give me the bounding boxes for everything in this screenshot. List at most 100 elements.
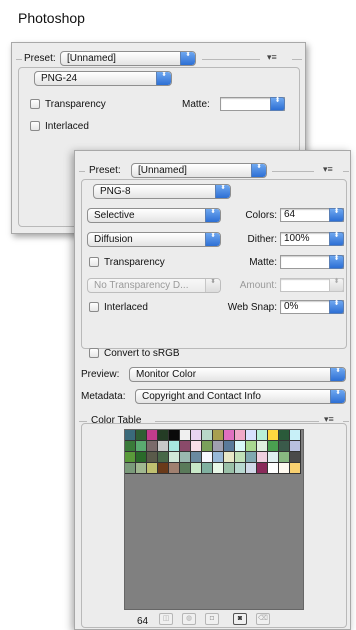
color-swatch[interactable] xyxy=(125,441,136,452)
color-swatch[interactable] xyxy=(224,430,235,441)
color-swatch[interactable] xyxy=(158,430,169,441)
convert-srgb-checkbox[interactable] xyxy=(89,348,99,358)
color-swatch[interactable] xyxy=(246,441,257,452)
color-swatch[interactable] xyxy=(235,430,246,441)
color-swatch[interactable] xyxy=(235,441,246,452)
color-swatch[interactable] xyxy=(246,463,257,474)
color-swatch[interactable] xyxy=(136,463,147,474)
color-swatch[interactable] xyxy=(169,463,180,474)
panel-menu-icon[interactable]: ▾≡ xyxy=(323,164,333,175)
color-swatch[interactable] xyxy=(191,441,202,452)
colors-field[interactable]: 64 ⬍ xyxy=(280,208,344,222)
preview-select[interactable]: Monitor Color ⬍ xyxy=(129,367,346,382)
color-swatch[interactable] xyxy=(213,430,224,441)
transparency-label: Transparency xyxy=(104,257,165,268)
color-swatch[interactable] xyxy=(290,463,301,474)
color-swatch[interactable] xyxy=(180,452,191,463)
color-swatch[interactable] xyxy=(279,430,290,441)
color-swatch[interactable] xyxy=(224,452,235,463)
color-swatch[interactable] xyxy=(202,441,213,452)
color-swatch[interactable] xyxy=(213,463,224,474)
metadata-select[interactable]: Copyright and Contact Info ⬍ xyxy=(135,389,346,404)
map-color-icon[interactable]: ◫ xyxy=(159,613,173,625)
color-swatch[interactable] xyxy=(125,452,136,463)
color-swatch[interactable] xyxy=(180,441,191,452)
color-swatch[interactable] xyxy=(169,452,180,463)
preset-label: Preset: xyxy=(89,165,121,176)
delete-color-icon[interactable]: ⌫ xyxy=(256,613,270,625)
dither-field[interactable]: 100% ⬍ xyxy=(280,232,344,246)
color-swatch[interactable] xyxy=(191,452,202,463)
interlaced-checkbox[interactable] xyxy=(30,121,40,131)
transparency-dither-select[interactable]: No Transparency D... ⬍ xyxy=(87,278,221,293)
color-swatch[interactable] xyxy=(158,441,169,452)
color-swatch[interactable] xyxy=(158,463,169,474)
color-reduction-select[interactable]: Selective ⬍ xyxy=(87,208,221,223)
color-swatch[interactable] xyxy=(268,441,279,452)
color-swatch[interactable] xyxy=(290,441,301,452)
color-swatch[interactable] xyxy=(136,441,147,452)
color-swatch[interactable] xyxy=(136,452,147,463)
dither-algorithm-select[interactable]: Diffusion ⬍ xyxy=(87,232,221,247)
format-select[interactable]: PNG-24 ⬍ xyxy=(34,71,172,86)
color-swatch[interactable] xyxy=(246,430,257,441)
color-swatch[interactable] xyxy=(279,452,290,463)
color-swatch[interactable] xyxy=(136,430,147,441)
color-swatch[interactable] xyxy=(257,430,268,441)
color-swatch[interactable] xyxy=(180,463,191,474)
colors-value: 64 xyxy=(284,209,296,220)
color-swatch[interactable] xyxy=(268,430,279,441)
amount-field[interactable]: ⬍ xyxy=(280,278,344,292)
preset-select[interactable]: [Unnamed] ⬍ xyxy=(60,51,196,66)
transparency-checkbox[interactable] xyxy=(89,257,99,267)
color-swatch[interactable] xyxy=(246,452,257,463)
color-swatch[interactable] xyxy=(235,463,246,474)
color-swatch[interactable] xyxy=(279,441,290,452)
color-swatch[interactable] xyxy=(257,441,268,452)
color-swatch[interactable] xyxy=(158,452,169,463)
format-select[interactable]: PNG-8 ⬍ xyxy=(93,184,231,199)
color-swatch[interactable] xyxy=(235,452,246,463)
color-swatch[interactable] xyxy=(125,463,136,474)
web-shift-icon[interactable]: ◍ xyxy=(182,613,196,625)
color-swatch[interactable] xyxy=(169,441,180,452)
color-swatch[interactable] xyxy=(213,441,224,452)
color-swatch[interactable] xyxy=(191,430,202,441)
select-arrows-icon: ⬍ xyxy=(330,390,345,403)
color-swatch[interactable] xyxy=(147,452,158,463)
matte-select[interactable]: ⬍ xyxy=(220,97,285,111)
color-swatch[interactable] xyxy=(257,463,268,474)
color-swatch[interactable] xyxy=(279,463,290,474)
color-swatch[interactable] xyxy=(290,430,301,441)
color-swatch[interactable] xyxy=(202,452,213,463)
new-color-icon[interactable]: ◙ xyxy=(233,613,247,625)
color-swatch[interactable] xyxy=(268,463,279,474)
select-arrows-icon: ⬍ xyxy=(215,185,230,198)
color-swatch[interactable] xyxy=(147,441,158,452)
color-swatch[interactable] xyxy=(191,463,202,474)
select-arrows-icon: ⬍ xyxy=(329,208,344,222)
color-swatch[interactable] xyxy=(202,430,213,441)
lock-color-icon[interactable]: ◘ xyxy=(205,613,219,625)
color-swatch[interactable] xyxy=(147,463,158,474)
color-swatch[interactable] xyxy=(125,430,136,441)
color-swatch[interactable] xyxy=(180,430,191,441)
interlaced-checkbox[interactable] xyxy=(89,302,99,312)
websnap-field[interactable]: 0% ⬍ xyxy=(280,300,344,314)
matte-select[interactable]: ⬍ xyxy=(280,255,344,269)
color-swatch[interactable] xyxy=(224,463,235,474)
color-swatch[interactable] xyxy=(268,452,279,463)
select-arrows-icon: ⬍ xyxy=(329,278,344,292)
color-table-swatches[interactable] xyxy=(124,429,304,610)
color-swatch[interactable] xyxy=(202,463,213,474)
color-swatch[interactable] xyxy=(169,430,180,441)
color-swatch[interactable] xyxy=(147,430,158,441)
transparency-checkbox[interactable] xyxy=(30,99,40,109)
color-swatch[interactable] xyxy=(257,452,268,463)
color-swatch[interactable] xyxy=(224,441,235,452)
color-swatch[interactable] xyxy=(213,452,224,463)
color-swatch[interactable] xyxy=(290,452,301,463)
preset-select[interactable]: [Unnamed] ⬍ xyxy=(131,163,267,178)
panel-menu-icon[interactable]: ▾≡ xyxy=(267,52,277,63)
websnap-value: 0% xyxy=(284,301,299,312)
